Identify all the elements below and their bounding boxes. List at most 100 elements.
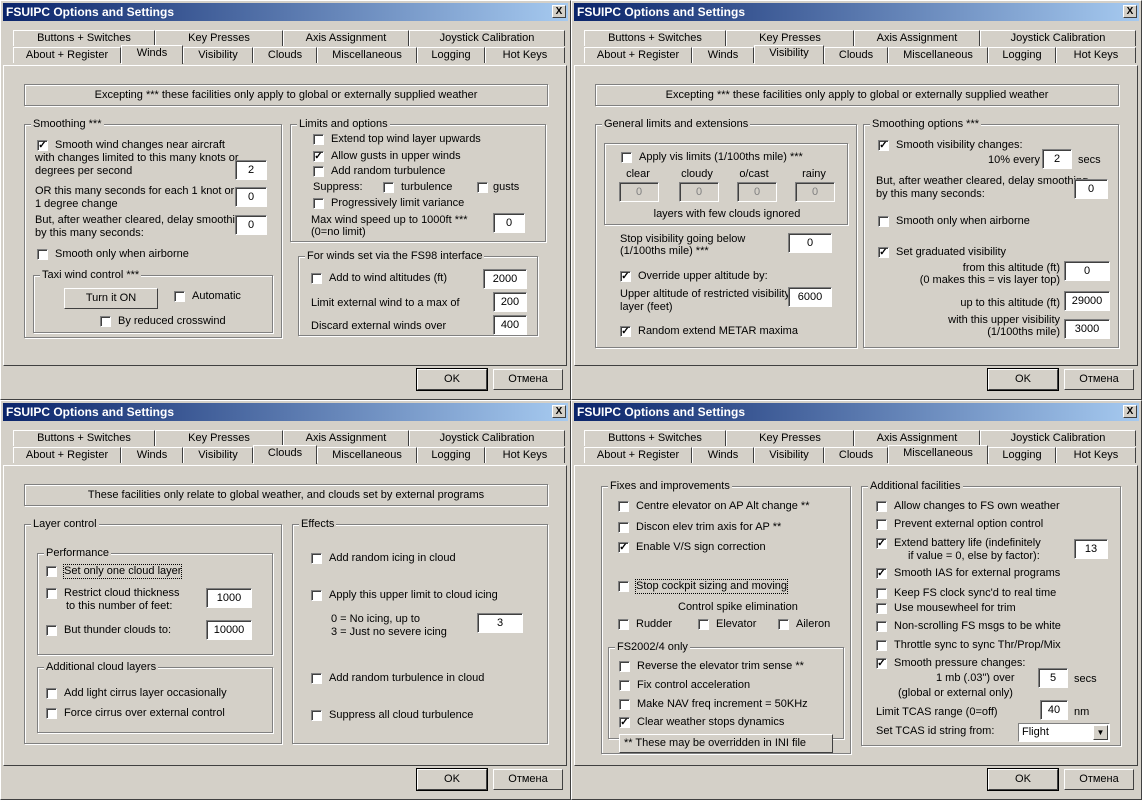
tab-hot-keys[interactable]: Hot Keys [485, 47, 565, 63]
ok-button[interactable]: OK [987, 368, 1059, 391]
tab-miscellaneous[interactable]: Miscellaneous [888, 445, 988, 464]
cancel-button[interactable]: Отмена [1064, 369, 1134, 390]
prevent-external-checkbox[interactable] [876, 519, 887, 530]
tcas-range-input[interactable]: 40 [1040, 700, 1068, 720]
centre-elevator-checkbox[interactable] [618, 501, 629, 512]
tab-buttons-switches[interactable]: Buttons + Switches [584, 430, 726, 446]
airborne-checkbox[interactable] [37, 249, 48, 260]
thunder-checkbox[interactable] [46, 625, 57, 636]
max-speed-input[interactable]: 0 [493, 213, 525, 233]
close-button[interactable]: X [1123, 405, 1137, 418]
tab-buttons-switches[interactable]: Buttons + Switches [13, 430, 155, 446]
close-button[interactable]: X [1123, 5, 1137, 18]
tab-key-presses[interactable]: Key Presses [155, 30, 283, 46]
tab-logging[interactable]: Logging [988, 447, 1056, 463]
stop-vis-input[interactable]: 0 [788, 233, 832, 253]
smooth-wind-checkbox[interactable] [37, 140, 48, 151]
suppress-turbulence-checkbox[interactable] [383, 182, 394, 193]
tab-about-register[interactable]: About + Register [584, 47, 692, 63]
keep-clock-checkbox[interactable] [876, 588, 887, 599]
vs-sign-checkbox[interactable] [618, 542, 629, 553]
tab-joystick-calibration[interactable]: Joystick Calibration [980, 30, 1136, 46]
tab-hot-keys[interactable]: Hot Keys [1056, 447, 1136, 463]
tab-visibility[interactable]: Visibility [183, 447, 253, 463]
cloudy-input[interactable]: 0 [679, 182, 719, 202]
nonscroll-checkbox[interactable] [876, 621, 887, 632]
ok-button[interactable]: OK [416, 768, 488, 791]
clear-input[interactable]: 0 [619, 182, 659, 202]
suppress-gusts-checkbox[interactable] [477, 182, 488, 193]
seconds-input[interactable]: 0 [235, 187, 267, 207]
vis-delay-input[interactable]: 0 [1074, 179, 1108, 199]
knots-input[interactable]: 2 [235, 160, 267, 180]
turbulence-checkbox[interactable] [311, 673, 322, 684]
tab-miscellaneous[interactable]: Miscellaneous [317, 447, 417, 463]
apply-vis-limits-checkbox[interactable] [621, 152, 632, 163]
tab-key-presses[interactable]: Key Presses [726, 30, 854, 46]
delay-input[interactable]: 0 [235, 215, 267, 235]
random-metar-checkbox[interactable] [620, 326, 631, 337]
smooth-ias-checkbox[interactable] [876, 568, 887, 579]
tab-hot-keys[interactable]: Hot Keys [485, 447, 565, 463]
add-altitudes-input[interactable]: 2000 [483, 269, 527, 289]
tab-winds[interactable]: Winds [121, 447, 183, 463]
reverse-trim-checkbox[interactable] [619, 661, 630, 672]
chevron-down-icon[interactable]: ▼ [1093, 725, 1108, 740]
tab-axis-assignment[interactable]: Axis Assignment [854, 430, 980, 446]
aileron-checkbox[interactable] [778, 619, 789, 630]
tab-clouds[interactable]: Clouds [824, 447, 888, 463]
close-button[interactable]: X [552, 405, 566, 418]
smooth-vis-checkbox[interactable] [878, 140, 889, 151]
graduated-checkbox[interactable] [878, 247, 889, 258]
tab-winds[interactable]: Winds [692, 47, 754, 63]
automatic-checkbox[interactable] [174, 291, 185, 302]
tab-joystick-calibration[interactable]: Joystick Calibration [409, 430, 565, 446]
add-altitudes-checkbox[interactable] [311, 273, 322, 284]
tab-logging[interactable]: Logging [988, 47, 1056, 63]
discard-input[interactable]: 400 [493, 315, 527, 335]
upto-alt-input[interactable]: 29000 [1064, 291, 1110, 311]
restrict-input[interactable]: 1000 [206, 588, 252, 608]
tab-key-presses[interactable]: Key Presses [726, 430, 854, 446]
from-alt-input[interactable]: 0 [1064, 261, 1110, 281]
cancel-button[interactable]: Отмена [493, 769, 563, 790]
ok-button[interactable]: OK [987, 768, 1059, 791]
limit-external-input[interactable]: 200 [493, 292, 527, 312]
stop-cockpit-checkbox[interactable] [618, 581, 629, 592]
restrict-thickness-checkbox[interactable] [46, 588, 57, 599]
tab-logging[interactable]: Logging [417, 47, 485, 63]
allow-changes-checkbox[interactable] [876, 501, 887, 512]
override-upper-checkbox[interactable] [620, 271, 631, 282]
icing-input[interactable]: 3 [477, 613, 523, 633]
tab-winds[interactable]: Winds [121, 45, 183, 64]
close-button[interactable]: X [552, 5, 566, 18]
mousewheel-checkbox[interactable] [876, 603, 887, 614]
progressive-limit-checkbox[interactable] [313, 198, 324, 209]
cancel-button[interactable]: Отмена [1064, 769, 1134, 790]
upper-icing-checkbox[interactable] [311, 590, 322, 601]
vis-airborne-checkbox[interactable] [878, 216, 889, 227]
tab-about-register[interactable]: About + Register [13, 47, 121, 63]
battery-checkbox[interactable] [876, 538, 887, 549]
pressure-input[interactable]: 5 [1038, 668, 1068, 688]
rainy-input[interactable]: 0 [795, 182, 835, 202]
battery-input[interactable]: 13 [1074, 539, 1108, 559]
tcas-id-select[interactable]: Flight ▼ [1018, 723, 1110, 742]
discon-elev-checkbox[interactable] [618, 522, 629, 533]
tab-joystick-calibration[interactable]: Joystick Calibration [980, 430, 1136, 446]
tab-miscellaneous[interactable]: Miscellaneous [888, 47, 988, 63]
tab-about-register[interactable]: About + Register [584, 447, 692, 463]
tab-buttons-switches[interactable]: Buttons + Switches [584, 30, 726, 46]
extend-top-checkbox[interactable] [313, 134, 324, 145]
tab-visibility[interactable]: Visibility [183, 47, 253, 63]
tab-axis-assignment[interactable]: Axis Assignment [854, 30, 980, 46]
ocast-input[interactable]: 0 [737, 182, 777, 202]
upper-alt-input[interactable]: 6000 [788, 287, 832, 307]
suppress-turbulence-checkbox[interactable] [311, 710, 322, 721]
fix-accel-checkbox[interactable] [619, 680, 630, 691]
tab-key-presses[interactable]: Key Presses [155, 430, 283, 446]
rudder-checkbox[interactable] [618, 619, 629, 630]
tab-clouds[interactable]: Clouds [253, 47, 317, 63]
tab-clouds[interactable]: Clouds [824, 47, 888, 63]
tab-about-register[interactable]: About + Register [13, 447, 121, 463]
